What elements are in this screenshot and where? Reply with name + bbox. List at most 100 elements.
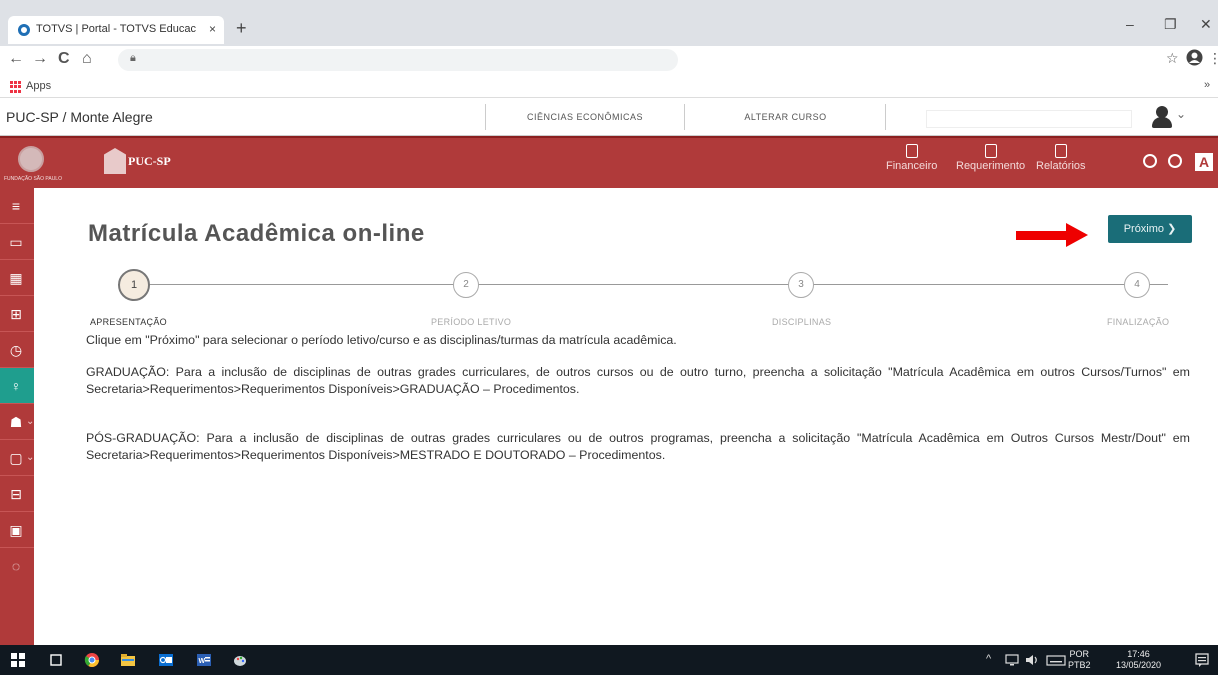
stepper-line — [118, 284, 1168, 285]
app-top-strip: PUC-SP / Monte Alegre CIÊNCIAS ECONÔMICA… — [0, 98, 1218, 136]
user-menu-chevron-icon[interactable]: ⌄ — [1176, 107, 1186, 121]
relatorios-menu[interactable]: Relatórios — [1036, 144, 1086, 172]
course-label: CIÊNCIAS ECONÔMICAS — [485, 104, 685, 130]
back-icon[interactable]: ← — [8, 50, 24, 68]
graduacao-paragraph: GRADUAÇÃO: Para a inclusão de disciplina… — [86, 365, 1190, 396]
address-bar[interactable]: 🔒︎ — [118, 49, 678, 71]
notifications-icon[interactable] — [1194, 652, 1210, 668]
tab-title: TOTVS | Portal - TOTVS Educacional — [36, 23, 196, 35]
new-tab-icon[interactable]: + — [236, 18, 247, 39]
forward-icon[interactable]: → — [32, 50, 48, 68]
sidebar-item-user-add[interactable]: ♀ — [0, 368, 34, 404]
grid-icon: ⊞ — [10, 306, 22, 322]
app-header: FUNDAÇÃO SÃO PAULO PUC-SP Financeiro Req… — [0, 136, 1218, 188]
apps-icon[interactable] — [10, 81, 22, 93]
bookmark-star-icon[interactable]: ☆ — [1166, 50, 1179, 67]
chrome-icon[interactable] — [84, 652, 100, 668]
change-course-button[interactable]: ALTERAR CURSO — [686, 104, 886, 130]
inbox-icon: ⊟ — [10, 486, 22, 502]
step-1-indicator[interactable]: 1 — [118, 269, 150, 301]
profile-icon[interactable] — [1186, 49, 1203, 71]
puc-logo-text: PUC-SP — [128, 154, 171, 168]
minimize-icon[interactable]: – — [1126, 16, 1134, 32]
intro-paragraph: Clique em "Próximo" para selecionar o pe… — [86, 333, 677, 347]
pos-graduacao-paragraph: PÓS-GRADUAÇÃO: Para a inclusão de discip… — [86, 431, 1190, 462]
graduation-icon: ☗ — [9, 414, 23, 430]
bookmarks-overflow-icon[interactable]: » — [1204, 79, 1210, 91]
step-1-label: APRESENTAÇÃO — [90, 317, 167, 327]
user-avatar-icon[interactable] — [1150, 104, 1174, 130]
money-icon: ▣ — [9, 522, 23, 538]
task-view-icon[interactable] — [48, 652, 64, 668]
tab-close-icon[interactable]: × — [209, 22, 216, 36]
home-icon[interactable]: ⌂ — [82, 50, 92, 68]
window-close-icon[interactable]: ✕ — [1200, 16, 1212, 33]
zoom-out-icon[interactable] — [1168, 154, 1182, 168]
next-button[interactable]: Próximo ❯ — [1108, 215, 1192, 243]
step-2-label: PERÍODO LETIVO — [431, 317, 512, 327]
requerimento-label: Requerimento — [956, 160, 1026, 172]
outlook-icon[interactable] — [158, 652, 174, 668]
language-indicator[interactable]: POR PTB2 — [1068, 649, 1091, 671]
favicon-icon — [18, 24, 30, 36]
browser-tab[interactable]: TOTVS | Portal - TOTVS Educacional × — [8, 16, 224, 44]
reload-icon[interactable]: C — [58, 50, 70, 68]
clock-time: 17:46 — [1127, 649, 1150, 659]
calendar-icon: ▦ — [9, 270, 23, 286]
step-4-indicator[interactable]: 4 — [1124, 272, 1150, 298]
sidebar-item-calendar[interactable]: ▦ — [0, 260, 34, 296]
step-3-label: DISCIPLINAS — [772, 317, 832, 327]
clock-icon: ◷ — [9, 342, 23, 358]
word-icon[interactable]: W — [196, 652, 212, 668]
file-explorer-icon[interactable] — [120, 652, 136, 668]
windows-taskbar: W ^ POR PTB2 17:46 13/05/2020 — [0, 645, 1218, 675]
top-search-input[interactable] — [926, 110, 1132, 128]
windows-start-icon[interactable] — [10, 652, 26, 668]
apps-link[interactable]: Apps — [26, 80, 51, 92]
more-icon: ◌ — [11, 558, 21, 574]
paint-icon[interactable] — [232, 652, 248, 668]
sidebar-item-grid[interactable]: ⊞ — [0, 296, 34, 332]
user-add-icon: ♀ — [10, 378, 22, 394]
step-2-indicator[interactable]: 2 — [453, 272, 479, 298]
bookmarks-bar: Apps » — [0, 76, 1218, 98]
red-arrow-annotation — [1016, 223, 1090, 247]
fundacao-logo-icon — [18, 146, 44, 172]
clock-date: 13/05/2020 — [1116, 660, 1162, 670]
main-content: Matrícula Acadêmica on-line Próximo ❯ 1 … — [34, 188, 1218, 645]
maximize-icon[interactable]: ❐ — [1164, 16, 1177, 33]
tray-chevron-icon[interactable]: ^ — [986, 653, 991, 665]
sidebar-item-clock[interactable]: ◷ — [0, 332, 34, 368]
zoom-in-icon[interactable] — [1143, 154, 1157, 168]
sidebar-item-inbox[interactable]: ⊟ — [0, 476, 34, 512]
browser-menu-icon[interactable]: ⋮ — [1208, 50, 1218, 67]
relatorios-label: Relatórios — [1036, 160, 1086, 172]
copy-doc-icon — [984, 144, 997, 158]
report-doc-icon — [1054, 144, 1067, 158]
step-4-label: FINALIZAÇÃO — [1107, 317, 1170, 327]
monitor-icon: ▭ — [9, 234, 23, 250]
institution-label: PUC-SP / Monte Alegre — [6, 109, 153, 125]
font-contrast-button[interactable]: A — [1195, 153, 1213, 171]
fundacao-logo-text: FUNDAÇÃO SÃO PAULO — [4, 176, 62, 182]
keyboard-icon[interactable] — [1046, 652, 1066, 668]
sidebar-item-graduation[interactable]: ☗ ⌄ — [0, 404, 34, 440]
sidebar-item-more[interactable]: ◌ — [0, 548, 34, 584]
svg-text:W: W — [199, 658, 206, 665]
sidebar-item-clipboard[interactable]: ▢ ⌄ — [0, 440, 34, 476]
requerimento-menu[interactable]: Requerimento — [956, 144, 1025, 172]
language-primary: POR — [1069, 649, 1090, 659]
sidebar-item-money[interactable]: ▣ — [0, 512, 34, 548]
sidebar-item-menu[interactable]: ≡ — [0, 188, 34, 224]
financeiro-menu[interactable]: Financeiro — [886, 144, 937, 172]
sidebar-item-monitor[interactable]: ▭ — [0, 224, 34, 260]
clock-display[interactable]: 17:46 13/05/2020 — [1116, 649, 1161, 671]
volume-icon[interactable] — [1024, 652, 1040, 668]
browser-tab-bar: TOTVS | Portal - TOTVS Educacional × + –… — [0, 0, 1218, 46]
network-icon[interactable] — [1004, 652, 1020, 668]
menu-icon: ≡ — [11, 198, 21, 214]
step-3-indicator[interactable]: 3 — [788, 272, 814, 298]
clipboard-icon: ▢ — [9, 450, 23, 466]
dollar-doc-icon — [905, 144, 918, 158]
puc-crest-icon — [104, 148, 126, 174]
